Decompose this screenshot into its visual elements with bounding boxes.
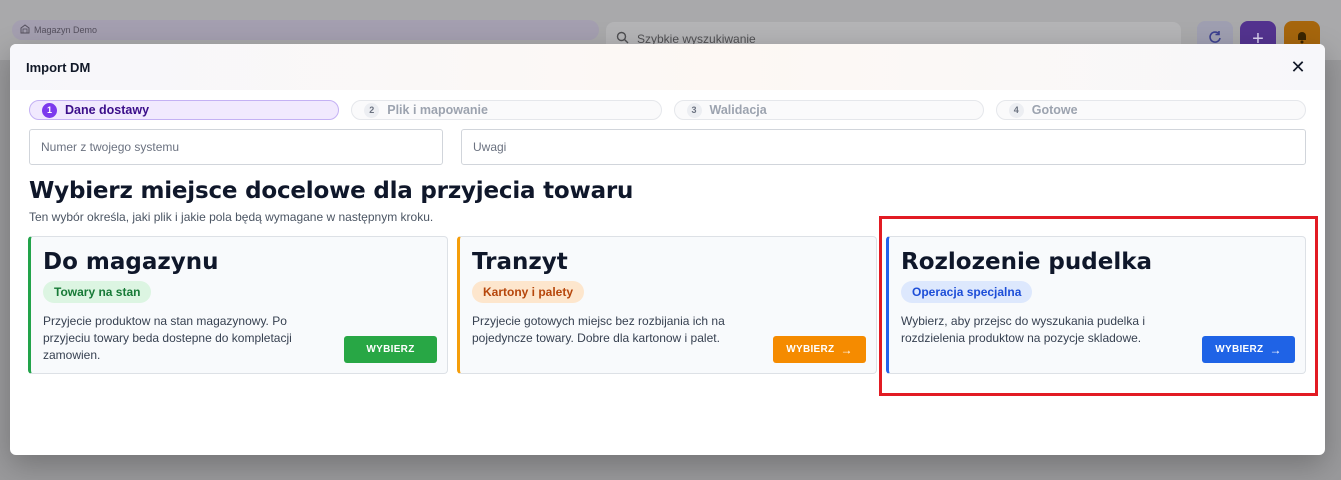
modal-header: Import DM ✕ bbox=[10, 44, 1325, 90]
step-plik-i-mapowanie[interactable]: 2 Plik i mapowanie bbox=[351, 100, 662, 120]
system-number-input[interactable] bbox=[29, 129, 443, 165]
close-icon[interactable]: ✕ bbox=[1287, 56, 1309, 78]
step-dane-dostawy[interactable]: 1 Dane dostawy bbox=[29, 100, 340, 120]
arrow-right-icon: → bbox=[840, 342, 853, 357]
card-badge: Kartony i palety bbox=[472, 281, 585, 303]
card-title: Rozlozenie pudelka bbox=[901, 249, 1153, 275]
step-label: Gotowe bbox=[1031, 103, 1078, 117]
destination-card-rozlozenie-pudelka[interactable]: Rozlozenie pudelka Operacja specjalna Wy… bbox=[886, 236, 1306, 374]
import-dm-modal: Import DM ✕ 1 Dane dostawy 2 Plik i mapo… bbox=[10, 44, 1325, 455]
workspace-label: Magazyn Demo bbox=[34, 25, 98, 35]
card-description: Przyjecie gotowych miejsc bez rozbijania… bbox=[472, 314, 725, 345]
choose-tranzyt-button[interactable]: WYBIERZ → bbox=[773, 336, 866, 363]
destination-card-tranzyt[interactable]: Tranzyt Kartony i palety Przyjecie gotow… bbox=[457, 236, 877, 374]
button-label: WYBIERZ bbox=[786, 344, 835, 355]
notes-input[interactable] bbox=[461, 129, 1306, 165]
step-number: 4 bbox=[1008, 102, 1024, 118]
warehouse-icon bbox=[20, 24, 30, 36]
step-label: Walidacja bbox=[709, 103, 767, 117]
step-label: Plik i mapowanie bbox=[387, 103, 488, 117]
step-number: 2 bbox=[364, 102, 380, 118]
card-description: Wybierz, aby przejsc do wyszukania pudel… bbox=[901, 314, 1146, 345]
choose-do-magazynu-button[interactable]: WYBIERZ bbox=[344, 336, 437, 363]
card-badge: Towary na stan bbox=[43, 281, 152, 303]
modal-title: Import DM bbox=[26, 59, 91, 75]
choose-rozlozenie-pudelka-button[interactable]: WYBIERZ → bbox=[1202, 336, 1295, 363]
arrow-right-icon: → bbox=[1269, 342, 1282, 357]
card-badge: Operacja specjalna bbox=[901, 281, 1033, 303]
wizard-steps: 1 Dane dostawy 2 Plik i mapowanie 3 Wali… bbox=[29, 100, 1306, 120]
step-label: Dane dostawy bbox=[65, 103, 150, 117]
button-label: WYBIERZ bbox=[1215, 344, 1264, 355]
button-label: WYBIERZ bbox=[366, 344, 415, 355]
step-walidacja[interactable]: 3 Walidacja bbox=[673, 100, 984, 120]
section-subtitle: Ten wybór określa, jaki plik i jakie pol… bbox=[29, 210, 434, 224]
workspace-selector[interactable]: Magazyn Demo bbox=[12, 20, 599, 40]
card-title: Do magazynu bbox=[43, 249, 219, 275]
step-gotowe[interactable]: 4 Gotowe bbox=[995, 100, 1306, 120]
card-title: Tranzyt bbox=[472, 249, 568, 275]
section-title: Wybierz miejsce docelowe dla przyjecia t… bbox=[29, 178, 634, 204]
delivery-inputs bbox=[29, 129, 1306, 165]
step-number: 3 bbox=[686, 102, 702, 118]
card-description: Przyjecie produktow na stan magazynowy. … bbox=[43, 314, 292, 362]
destination-card-do-magazynu[interactable]: Do magazynu Towary na stan Przyjecie pro… bbox=[28, 236, 448, 374]
step-number: 1 bbox=[42, 102, 57, 118]
